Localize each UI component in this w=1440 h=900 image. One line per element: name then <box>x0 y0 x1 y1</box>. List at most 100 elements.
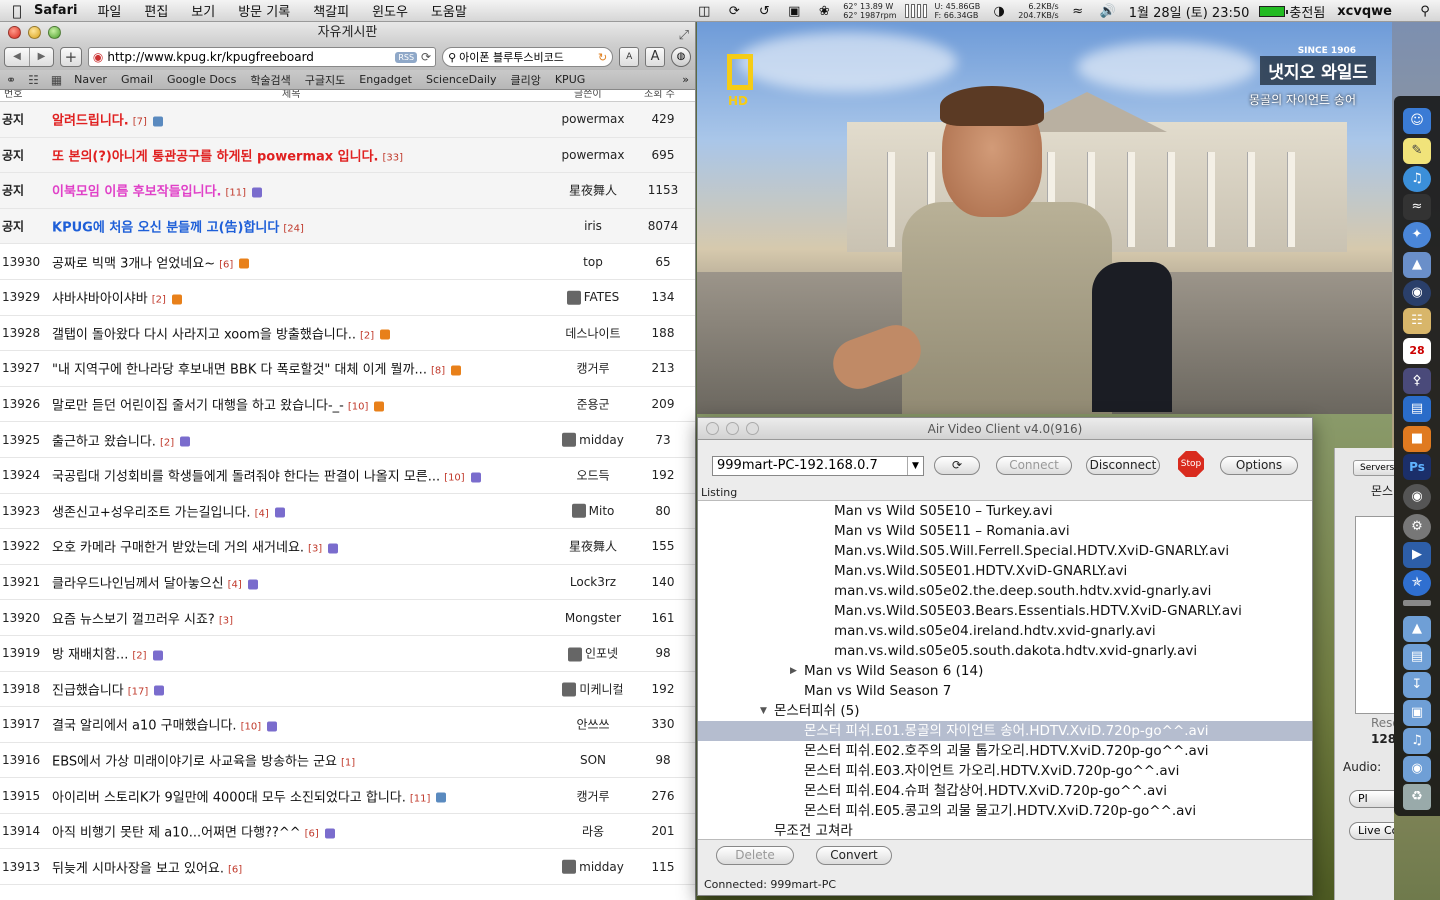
post-title-link[interactable]: KPUG에 처음 오신 분들께 고(告)합니다 <box>52 221 279 236</box>
video-player[interactable]: HD SINCE 1906 냇지오 와일드 몽골의 자이언트 송어 <box>697 22 1392 414</box>
bookmark-google-docs[interactable]: Google Docs <box>167 73 236 86</box>
post-title-link[interactable]: 생존신고+성우리조트 가는길입니다. <box>52 505 251 520</box>
menu-view[interactable]: 보기 <box>191 1 215 20</box>
utility-icon[interactable]: ⚴ <box>1403 368 1431 394</box>
comment-count[interactable]: [6] <box>228 864 242 875</box>
post-title-link[interactable]: 출근하고 왔습니다. <box>52 434 156 449</box>
calendar-icon[interactable]: 28 <box>1403 338 1431 364</box>
zoom-button[interactable] <box>48 26 61 39</box>
post-row[interactable]: 공지 KPUG에 처음 오신 분들께 고(告)합니다 [24] iris 8074 <box>0 208 695 245</box>
post-row[interactable]: 13926 말로만 듣던 어린이집 줄서기 대행을 하고 왔습니다-_- [10] 준… <box>0 387 695 423</box>
post-row[interactable]: 13930 공짜로 빅맥 3개나 얻었네요~ [6] top 65 <box>0 244 695 280</box>
post-author[interactable]: 미케니컬 <box>548 680 638 697</box>
temp-readout[interactable]: 62° 13.89 W 62° 1987rpm <box>843 2 896 20</box>
add-bookmark-button[interactable]: + <box>60 47 82 67</box>
file-row[interactable]: Man vs Wild Season 7 <box>698 681 1312 701</box>
post-title-link[interactable]: 아이리버 스토리K가 9일만에 4000대 모두 소진되었다고 합니다. <box>52 790 406 805</box>
live-conversion-button[interactable]: Live Conversi <box>1349 822 1394 840</box>
post-author[interactable]: 星夜舞人 <box>548 538 638 555</box>
comment-count[interactable]: [4] <box>255 508 269 519</box>
comment-count[interactable]: [2] <box>360 330 374 341</box>
post-title-link[interactable]: 또 본의(?)아니게 통관공구를 하게된 powermax 입니다. <box>52 149 379 164</box>
post-row[interactable]: 13923 생존신고+성우리조트 가는길입니다. [4] Mito 80 <box>0 494 695 530</box>
file-row[interactable]: 몬스터 피쉬.E05.콩고의 괴물 물고기.HDTV.XviD.720p-go^… <box>698 801 1312 821</box>
post-author[interactable]: Mongster <box>548 611 638 625</box>
server-select[interactable]: 999mart-PC-192.168.0.7 ▼ <box>712 456 924 476</box>
post-author[interactable]: Lock3rz <box>548 575 638 589</box>
menu-history[interactable]: 방문 기록 <box>238 1 290 20</box>
convert-button[interactable]: Convert <box>816 846 892 865</box>
comment-count[interactable]: [10] <box>444 473 465 484</box>
post-title-link[interactable]: 알려드립니다. <box>52 114 129 129</box>
post-row[interactable]: 13915 아이리버 스토리K가 9일만에 4000대 모두 소진되었다고 합니다… <box>0 778 695 814</box>
panel-list-box[interactable] <box>1355 516 1394 714</box>
post-title-link[interactable]: 진급했습니다 <box>52 683 124 698</box>
bookmark-sciencedaily[interactable]: ScienceDaily <box>426 73 496 86</box>
file-row[interactable]: man.vs.wild.s05e02.the.deep.south.hdtv.x… <box>698 581 1312 601</box>
post-author[interactable]: FATES <box>548 290 638 305</box>
post-title-link[interactable]: 클라우드나인님께서 달아놓으신 <box>52 577 224 592</box>
system-preferences-icon[interactable]: ⚙ <box>1403 514 1431 540</box>
menu-window[interactable]: 윈도우 <box>372 1 408 20</box>
comment-count[interactable]: [4] <box>228 580 242 591</box>
chevron-down-icon[interactable]: ▼ <box>907 457 923 475</box>
post-title-link[interactable]: 아직 비행기 못탄 제 a10...어쩌면 다행??^^ <box>52 826 301 841</box>
post-author[interactable]: midday <box>548 432 638 447</box>
file-row[interactable]: 무조건 고쳐라 <box>698 821 1312 839</box>
post-row[interactable]: 13924 국공립대 기성회비를 학생들에게 돌려줘야 한다는 판결이 나올지 모… <box>0 458 695 494</box>
clock[interactable]: 1월 28일 (토) 23:50 <box>1129 2 1250 21</box>
folder-row[interactable]: ▶ Man vs Wild Season 6 (14) <box>698 661 1312 681</box>
airvideo-titlebar[interactable]: Air Video Client v4.0(916) <box>698 418 1312 440</box>
bookmark-naver[interactable]: Naver <box>74 73 107 86</box>
post-row[interactable]: 13920 요즘 뉴스보기 껄끄러우 시죠? [3] Mongster 161 <box>0 600 695 636</box>
connect-button[interactable]: Connect <box>996 456 1072 475</box>
bookmark-gmail[interactable]: Gmail <box>121 73 153 86</box>
post-title-link[interactable]: 공짜로 빅맥 3개나 얻었네요~ <box>52 256 215 271</box>
disconnect-button[interactable]: Disconnect <box>1086 456 1160 475</box>
battery-status[interactable]: 충전됨 <box>1259 2 1325 21</box>
text-larger-button[interactable]: A <box>645 47 666 67</box>
disk-pie-icon[interactable]: ◑ <box>990 3 1008 19</box>
post-title-link[interactable]: 방 재배치함... <box>52 648 128 663</box>
file-row[interactable]: Man.vs.Wild.S05E01.HDTV.XviD-GNARLY.avi <box>698 561 1312 581</box>
airport-icon[interactable]: ≈ <box>1403 194 1431 220</box>
facetime-icon[interactable]: ◉ <box>1403 280 1431 306</box>
search-field[interactable]: ⚲ 아이폰 블루투스비코드 ↻ <box>442 47 614 67</box>
delete-button[interactable]: Delete <box>716 846 794 865</box>
reading-glasses-icon[interactable]: ⚭ <box>6 73 16 87</box>
text-smaller-button[interactable]: A <box>619 47 640 67</box>
post-row[interactable]: 13928 갤탭이 돌아왔다 다시 사라지고 xoom을 방출했습니다.. [2] 데… <box>0 316 695 352</box>
menu-help[interactable]: 도움말 <box>431 1 467 20</box>
applications-folder-icon[interactable]: ▲ <box>1403 616 1431 642</box>
top-sites-grid-icon[interactable]: ▦ <box>51 73 62 87</box>
apple-menu-icon[interactable]:  <box>0 2 34 20</box>
close-button[interactable] <box>8 26 21 39</box>
post-author[interactable]: 인포넷 <box>548 645 638 662</box>
comment-count[interactable]: [33] <box>383 152 404 163</box>
cpu-meter-icon[interactable] <box>904 4 927 18</box>
post-title-link[interactable]: EBS에서 가상 미래이야기로 사교육을 방송하는 군요 <box>52 754 337 769</box>
display-icon[interactable]: ▣ <box>785 3 803 19</box>
post-author[interactable]: 데스나이트 <box>548 324 638 341</box>
photoshop-icon[interactable]: Ps <box>1403 454 1431 480</box>
toolbar-toggle-icon[interactable]: ⤢ <box>679 25 689 47</box>
play-button[interactable]: Pl <box>1349 790 1394 808</box>
comment-count[interactable]: [3] <box>219 615 233 626</box>
menu-bookmarks[interactable]: 책갈피 <box>313 1 349 20</box>
post-author[interactable]: 라옹 <box>548 823 638 840</box>
comment-count[interactable]: [1] <box>341 757 355 768</box>
file-row[interactable]: 몬스터 피쉬.E01.몽골의 자이언트 송어.HDTV.XviD.720p-go… <box>698 721 1312 741</box>
post-row[interactable]: 13929 샤바샤바아이샤바 [2] FATES 134 <box>0 280 695 316</box>
post-row[interactable]: 13925 출근하고 왔습니다. [2] midday 73 <box>0 422 695 458</box>
menu-edit[interactable]: 편집 <box>144 1 168 20</box>
post-title-link[interactable]: 샤바샤바아이샤바 <box>52 292 148 307</box>
folder-row[interactable]: ▼ 몬스터피쉬 (5) <box>698 701 1312 721</box>
stack-folder-icon[interactable]: ◉ <box>1403 756 1431 782</box>
book-icon[interactable]: ☷ <box>28 73 39 87</box>
comment-count[interactable]: [7] <box>133 117 147 128</box>
post-author[interactable]: 星夜舞人 <box>548 182 638 199</box>
post-author[interactable]: powermax <box>548 112 638 126</box>
bookmark-kpug[interactable]: KPUG <box>555 73 585 86</box>
post-title-link[interactable]: 말로만 듣던 어린이집 줄서기 대행을 하고 왔습니다-_- <box>52 399 344 414</box>
options-button[interactable]: Options <box>1220 456 1298 475</box>
